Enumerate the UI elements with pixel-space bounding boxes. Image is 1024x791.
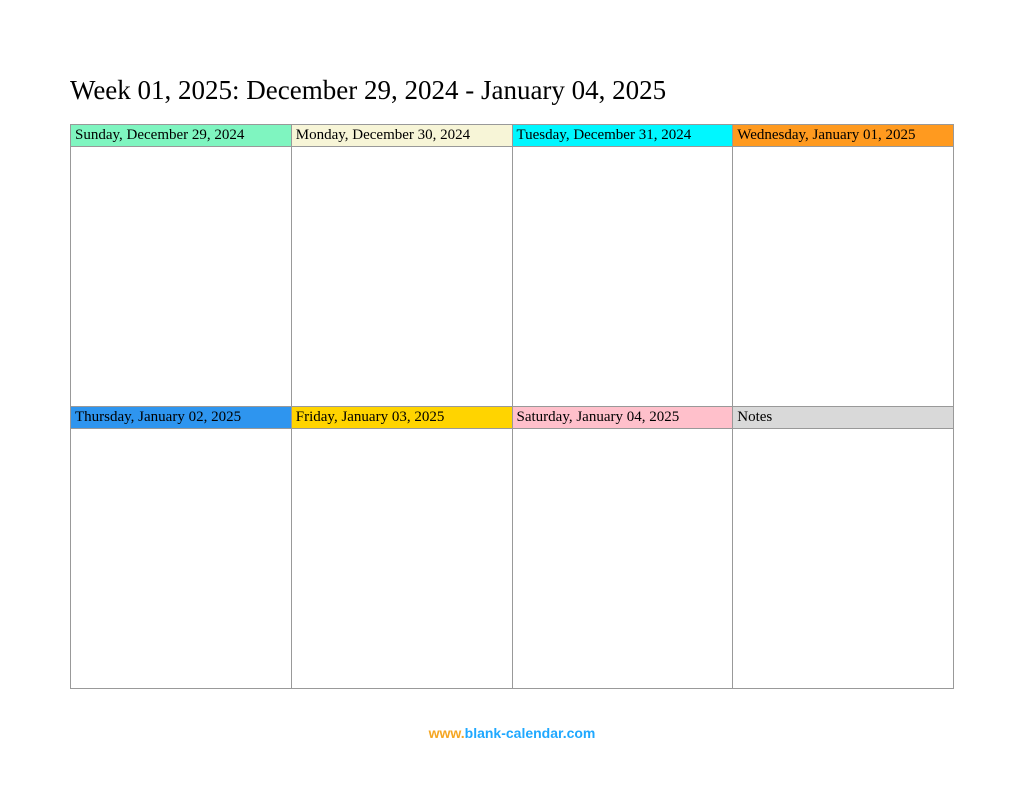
day-body-saturday [513,429,734,689]
footer-part1: www. [429,725,465,741]
notes-body [733,429,954,689]
calendar-grid: Sunday, December 29, 2024 Monday, Decemb… [70,124,954,689]
notes-header: Notes [733,407,954,429]
day-header-tuesday: Tuesday, December 31, 2024 [513,125,734,147]
day-body-tuesday [513,147,734,407]
day-body-monday [292,147,513,407]
day-header-thursday: Thursday, January 02, 2025 [71,407,292,429]
page-title: Week 01, 2025: December 29, 2024 - Janua… [70,75,954,106]
calendar-page: Week 01, 2025: December 29, 2024 - Janua… [0,0,1024,689]
day-header-saturday: Saturday, January 04, 2025 [513,407,734,429]
day-body-friday [292,429,513,689]
day-header-friday: Friday, January 03, 2025 [292,407,513,429]
day-body-thursday [71,429,292,689]
day-body-sunday [71,147,292,407]
footer-link[interactable]: www.blank-calendar.com [0,725,1024,741]
day-header-sunday: Sunday, December 29, 2024 [71,125,292,147]
day-body-wednesday [733,147,954,407]
day-header-monday: Monday, December 30, 2024 [292,125,513,147]
footer-part2: blank-calendar.com [465,725,596,741]
day-header-wednesday: Wednesday, January 01, 2025 [733,125,954,147]
